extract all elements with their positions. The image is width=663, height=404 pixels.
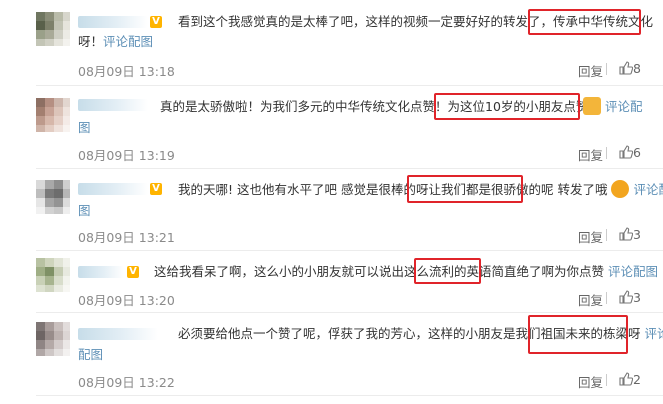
comment-date: 08月09日 13:19	[78, 148, 175, 163]
highlight-box	[528, 315, 628, 354]
reply-button[interactable]: 回复	[578, 227, 603, 246]
comment-image-link[interactable]: 评论	[645, 326, 663, 341]
comment-date: 08月09日 13:21	[78, 230, 175, 245]
comment-text-line2: 图	[78, 117, 91, 138]
username-blurred[interactable]	[78, 183, 148, 195]
comment-text: 这给我看呆了啊，这么小的小朋友就可以说出这么流利的英语简直绝了啊为你点赞 评论配…	[154, 261, 658, 282]
comment-text-line2: 呀！评论配图	[78, 31, 153, 52]
thumbs-up-icon	[619, 145, 634, 159]
divider	[36, 85, 663, 86]
thumbs-up-icon	[619, 61, 634, 75]
avatar[interactable]	[36, 258, 70, 292]
avatar[interactable]	[36, 322, 70, 356]
thumbs-up-icon	[619, 290, 634, 304]
comment-image-link-wrap[interactable]: 图	[78, 203, 91, 218]
comment-date: 08月09日 13:20	[78, 293, 175, 308]
reply-button[interactable]: 回复	[578, 61, 603, 80]
divider	[36, 168, 663, 169]
avatar[interactable]	[36, 12, 70, 46]
comment-text-tail: 呢 转发了哦	[540, 182, 608, 197]
divider	[606, 374, 607, 386]
comment-image-link-wrap[interactable]: 配图	[78, 347, 103, 362]
comment-image-link[interactable]: 评论配图	[608, 264, 658, 279]
thumbs-up-icon	[619, 372, 634, 386]
username-blurred[interactable]	[78, 99, 148, 111]
divider	[606, 292, 607, 304]
username-blurred[interactable]	[78, 16, 148, 28]
username-blurred[interactable]	[78, 328, 158, 340]
thumbs-up-icon	[619, 227, 634, 241]
like-count: 3	[633, 290, 641, 305]
comment-text-main: 真的是太骄傲啦！为我们多元的中华传统文化点赞！	[160, 99, 448, 114]
vip-badge-icon: V	[150, 183, 162, 195]
highlight-box	[414, 258, 481, 284]
like-button[interactable]: 3	[619, 290, 641, 305]
like-count: 8	[633, 61, 641, 76]
comment-text-main: 必须要给他点一个赞了呢，俘获了我的芳心，这样的小朋友是我们	[178, 326, 541, 341]
like-count: 6	[633, 145, 641, 160]
comment-date: 08月09日 13:22	[78, 375, 175, 390]
reply-button[interactable]: 回复	[578, 372, 603, 391]
like-count: 3	[633, 227, 641, 242]
reply-button[interactable]: 回复	[578, 290, 603, 309]
comment-text-tail: 简直绝了啊为你点赞	[491, 264, 605, 279]
comment-text-main: 看到这个我感觉真的是太棒了吧，这样的视频一定要好好的转发了，	[178, 14, 554, 29]
comment-action: 评论配	[583, 96, 643, 117]
divider	[36, 312, 663, 313]
divider	[606, 147, 607, 159]
divider	[36, 250, 663, 251]
comment-image-link[interactable]: 评论配	[633, 182, 663, 197]
comment-text-main: 我的天哪! 这也他有水平了吧 感觉是很棒的呀	[178, 182, 429, 197]
laughing-emoji	[611, 180, 630, 198]
reply-button[interactable]: 回复	[578, 145, 603, 164]
like-button[interactable]: 2	[619, 372, 641, 387]
comment-date: 08月09日 13:18	[78, 64, 175, 79]
avatar[interactable]	[36, 98, 70, 132]
vip-badge-icon: V	[127, 266, 139, 278]
highlight-box	[528, 9, 641, 35]
username-blurred[interactable]	[78, 266, 124, 278]
comment-text-tail: 呀！	[78, 34, 104, 49]
thumbs-up-emoji	[583, 97, 601, 115]
highlight-box	[434, 93, 580, 120]
comment-image-link-wrap[interactable]: 图	[78, 120, 91, 135]
like-button[interactable]: 3	[619, 227, 641, 242]
comment-text-line2: 图	[78, 200, 91, 221]
divider	[606, 63, 607, 75]
like-button[interactable]: 8	[619, 61, 641, 76]
like-count: 2	[633, 372, 641, 387]
vip-badge-icon: V	[150, 16, 162, 28]
avatar[interactable]	[36, 180, 70, 214]
comment-image-link[interactable]: 评论配	[605, 99, 643, 114]
divider	[36, 395, 663, 396]
comment-text-line2: 配图	[78, 344, 103, 365]
like-button[interactable]: 6	[619, 145, 641, 160]
divider	[606, 229, 607, 241]
highlight-box	[407, 175, 523, 203]
comment-text-main: 这给我看呆了啊，这么小的小朋友就可以说出这么	[154, 264, 430, 279]
comment-image-link[interactable]: 评论配图	[103, 34, 153, 49]
